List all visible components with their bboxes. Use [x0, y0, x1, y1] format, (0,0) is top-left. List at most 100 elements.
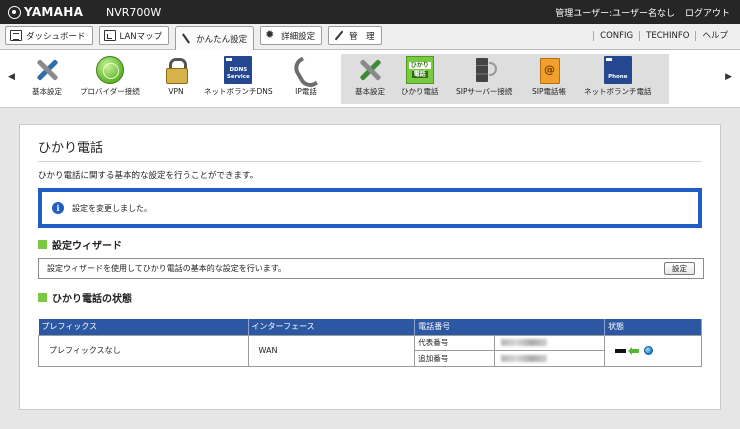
lan-map-icon	[103, 30, 116, 41]
section-title: ひかり電話の状態	[52, 294, 132, 305]
tab-easy-setup[interactable]: かんたん設定	[175, 26, 255, 50]
scroll-right-arrow-icon[interactable]: ▶	[725, 72, 732, 82]
tab-lan-map[interactable]: LANマップ	[98, 26, 170, 45]
yamaha-mark-icon	[8, 5, 21, 19]
table-header-row: プレフィックス インターフェース 電話番号 状態	[38, 319, 702, 335]
device-icon	[615, 348, 627, 353]
tab-label: LANマップ	[119, 31, 163, 42]
nav-sip-server-connection[interactable]: SIPサーバー接続	[456, 56, 512, 102]
current-user: 管理ユーザー:ユーザー名なし	[555, 8, 675, 19]
nav-netvolante-phone[interactable]: Phone ネットボランチ電話	[584, 56, 652, 102]
dashboard-icon	[10, 30, 22, 41]
nav-vpn[interactable]: VPN	[162, 56, 190, 102]
ddns-badge-text: DDNS	[229, 67, 248, 73]
title-divider	[38, 161, 702, 162]
section-marker	[38, 293, 47, 302]
nav-label: VPN	[168, 87, 184, 96]
nav-label: SIPサーバー接続	[456, 87, 513, 96]
config-link[interactable]: CONFIG	[593, 31, 639, 41]
icon-navigation: ◀ 基本設定 プロバイダー接続 VPN DDNS Service ネットボランチ…	[0, 50, 740, 108]
interface-cell: WAN	[247, 334, 416, 367]
number-label: 追加番号	[415, 350, 496, 366]
section-marker	[38, 240, 47, 249]
number-row: 追加番号	[415, 350, 604, 366]
wizard-description: 設定ウィザードを使用してひかり電話の基本的な設定を行います。	[47, 264, 286, 273]
nav-label: SIP電話帳	[532, 87, 566, 96]
top-bar: YAMAHA NVR700W 管理ユーザー:ユーザー名なし ログアウト	[0, 0, 740, 24]
notice-banner: i 設定を変更しました。	[38, 188, 702, 228]
content-card: ひかり電話 ひかり電話に関する基本的な設定を行うことができます。 i 設定を変更…	[19, 124, 721, 410]
prefix-cell: プレフィックスなし	[38, 334, 249, 367]
netvolante-phone-icon: Phone	[603, 56, 632, 84]
nav-label: ネットボランチ電話	[584, 87, 652, 96]
techinfo-link[interactable]: TECHINFO	[639, 31, 695, 41]
number-value	[495, 336, 604, 350]
bidirectional-arrow-icon	[628, 346, 642, 355]
wizard-settings-button[interactable]: 設定	[664, 262, 695, 275]
status-section-heading: ひかり電話の状態	[38, 290, 132, 305]
sip-server-icon	[470, 56, 498, 84]
scroll-left-arrow-icon[interactable]: ◀	[8, 72, 15, 82]
wizard-section-heading: 設定ウィザード	[38, 237, 122, 252]
nav-label: IP電話	[295, 87, 317, 96]
tab-management[interactable]: 管 理	[328, 26, 382, 45]
tab-label: 詳細設定	[281, 31, 316, 42]
wand-icon	[180, 33, 192, 44]
info-icon: i	[52, 202, 64, 214]
number-row: 代表番号	[415, 335, 605, 351]
nav-hikari-phone[interactable]: ひかり 電話 ひかり電話	[401, 56, 439, 102]
hikari-badge-text: ひかり	[408, 62, 431, 69]
tab-dashboard[interactable]: ダッシュボード	[5, 26, 93, 45]
nav-label: 基本設定	[355, 87, 385, 96]
number-value	[495, 351, 604, 366]
yamaha-logo: YAMAHA	[0, 5, 100, 19]
nav-label: ネットボランチDNS	[204, 87, 273, 96]
nav-provider-connection[interactable]: プロバイダー接続	[80, 56, 140, 102]
number-label: 代表番号	[415, 335, 496, 350]
section-title: 設定ウィザード	[52, 241, 122, 252]
hikari-phone-icon: ひかり 電話	[405, 56, 434, 84]
phonebook-icon	[535, 56, 563, 84]
nav-netvolante-dns[interactable]: DDNS Service ネットボランチDNS	[204, 56, 273, 102]
connection-status	[615, 346, 691, 355]
phone-number-cell: 代表番号 追加番号	[414, 334, 606, 367]
table-row: プレフィックスなし WAN 代表番号 追加番号	[38, 334, 702, 367]
column-header-interface: インターフェース	[248, 319, 416, 335]
tab-label: ダッシュボード	[26, 31, 86, 42]
status-cell	[604, 334, 702, 367]
main-tab-row: ダッシュボード LANマップ かんたん設定 詳細設定 管 理 CONFIG TE…	[0, 24, 740, 50]
brand-name: YAMAHA	[24, 5, 84, 19]
lock-icon	[162, 56, 190, 84]
tools-icon	[356, 56, 384, 84]
page-title: ひかり電話	[38, 141, 104, 156]
hikari-status-table: プレフィックス インターフェース 電話番号 状態 プレフィックスなし WAN 代…	[38, 319, 702, 367]
nav-label: プロバイダー接続	[80, 87, 140, 96]
nav-sip-phonebook[interactable]: SIP電話帳	[532, 56, 566, 102]
redacted-number	[501, 354, 548, 362]
help-link[interactable]: ヘルプ	[695, 31, 734, 41]
hikari-badge-text: 電話	[411, 71, 428, 78]
nav-sub-basic-settings[interactable]: 基本設定	[355, 56, 385, 102]
phone-badge-text: Phone	[608, 74, 628, 80]
nav-label: 基本設定	[32, 87, 62, 96]
logout-link[interactable]: ログアウト	[685, 6, 730, 19]
phone-icon	[292, 56, 320, 84]
tools-icon	[33, 56, 61, 84]
nav-basic-settings[interactable]: 基本設定	[32, 56, 62, 102]
column-header-status: 状態	[604, 319, 702, 335]
redacted-number	[501, 339, 548, 346]
nav-label: ひかり電話	[401, 87, 439, 96]
tab-label: かんたん設定	[196, 34, 248, 45]
column-header-phone-number: 電話番号	[414, 319, 606, 335]
nav-ip-phone[interactable]: IP電話	[292, 56, 320, 102]
device-model: NVR700W	[106, 5, 162, 19]
tab-label: 管 理	[349, 31, 375, 42]
ddns-service-icon: DDNS Service	[224, 56, 253, 84]
tab-advanced-settings[interactable]: 詳細設定	[260, 26, 323, 45]
notice-text: 設定を変更しました。	[72, 203, 152, 213]
internet-globe-icon	[644, 346, 654, 355]
globe-icon	[95, 56, 124, 84]
wrench-icon	[333, 30, 345, 41]
ddns-badge-text: Service	[226, 74, 250, 80]
column-header-prefix: プレフィックス	[38, 319, 249, 335]
